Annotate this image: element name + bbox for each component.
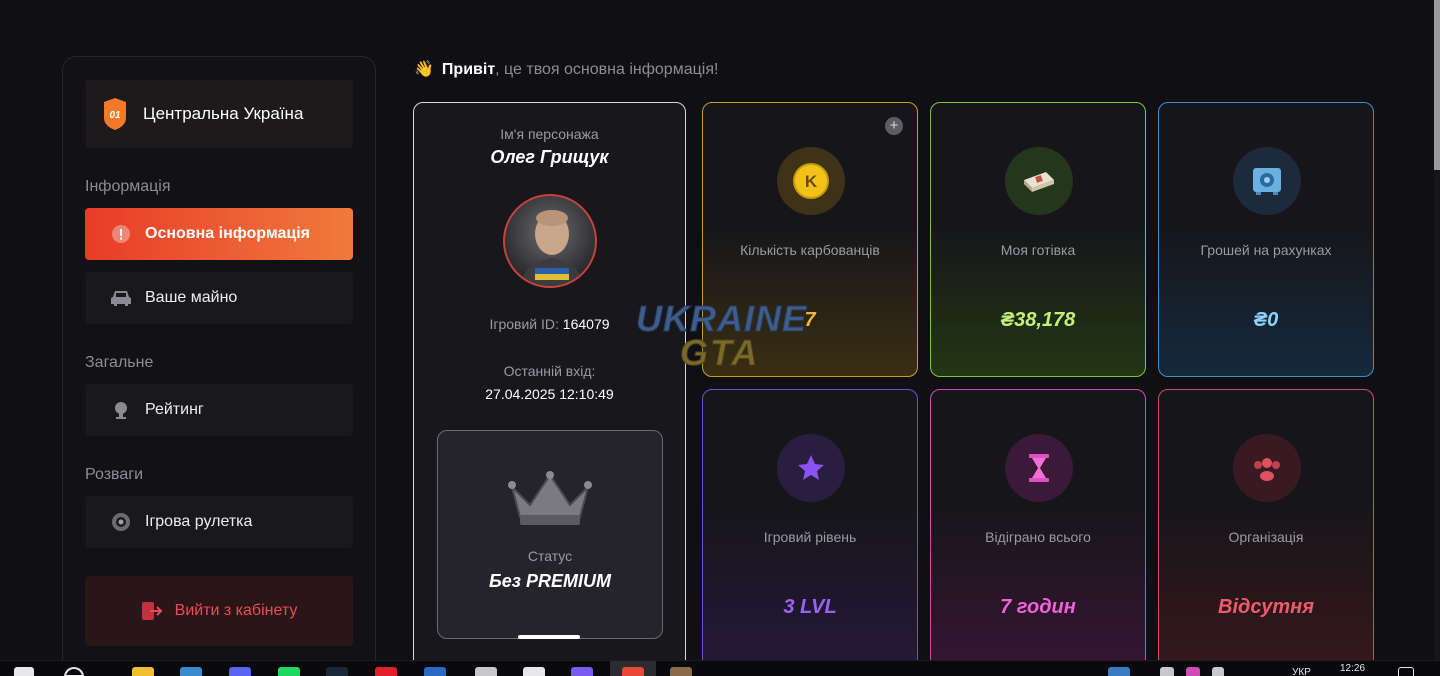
os-taskbar: УКР 12:26	[0, 660, 1440, 676]
greeting: 👋 Привіт, це твоя основна інформація!	[414, 59, 718, 79]
settings-gear-icon[interactable]	[475, 667, 497, 676]
last-login-label: Останній вхід:	[503, 363, 596, 379]
steam-icon[interactable]	[326, 667, 348, 676]
cash-value: ₴38,178	[1000, 309, 1076, 331]
roulette-icon	[110, 511, 132, 533]
bank-label: Грошей на рахунках	[1200, 242, 1332, 258]
game-id: Ігровий ID: 164079	[414, 316, 685, 332]
hourglass-icon	[1005, 434, 1073, 502]
organization-value: Відсутня	[1218, 596, 1314, 618]
add-karbovantsi-button[interactable]: +	[885, 117, 903, 135]
nav-rating-label: Рейтинг	[145, 401, 204, 418]
scrollbar-thumb[interactable]	[1434, 0, 1440, 170]
server-shield-icon: 01	[104, 98, 126, 130]
character-name: Олег Грищук	[490, 147, 609, 167]
section-label-fun: Розваги	[85, 466, 144, 483]
wifi-icon[interactable]	[523, 667, 545, 676]
alert-icon	[110, 223, 132, 245]
keyboard-language[interactable]: УКР	[1292, 667, 1311, 676]
car-icon	[110, 287, 132, 309]
level-label: Ігровий рівень	[763, 529, 857, 545]
status-value: Без PREMIUM	[489, 571, 611, 591]
played-label: Відіграно всього	[985, 529, 1091, 545]
discord-icon[interactable]	[229, 667, 251, 676]
game-id-label: Ігровий ID:	[489, 316, 559, 332]
stat-card-bank: Грошей на рахунках ₴0	[1158, 102, 1374, 377]
page-scrollbar[interactable]	[1434, 0, 1440, 660]
windows-start-icon[interactable]	[14, 667, 34, 676]
played-value: 7 годин	[1000, 596, 1076, 618]
nav-property[interactable]: Ваше майно	[85, 272, 353, 324]
last-login-value: 27.04.2025 12:10:49	[485, 386, 614, 402]
level-value: 3 LVL	[783, 596, 837, 618]
greeting-hello: Привіт	[441, 61, 496, 78]
svg-text:K: K	[805, 172, 818, 191]
clock-time[interactable]: 12:26	[1340, 663, 1365, 674]
nav-main-info-label: Основна інформація	[145, 225, 310, 242]
nav-roulette[interactable]: Ігрова рулетка	[85, 496, 353, 548]
spotify-icon[interactable]	[278, 667, 300, 676]
stat-card-karbovantsi: + K Кількість карбованців 7	[702, 102, 918, 377]
nav-main-info[interactable]: Основна інформація	[85, 208, 353, 260]
status-box: Статус Без PREMIUM	[437, 430, 663, 639]
app-icon[interactable]	[424, 667, 446, 676]
cash-label: Моя готівка	[1000, 242, 1076, 258]
status-label: Статус	[527, 548, 573, 564]
money-stack-icon	[1005, 147, 1073, 215]
coin-k-icon: K	[777, 147, 845, 215]
organization-label: Організація	[1228, 529, 1304, 545]
stat-card-organization: Організація Відсутня	[1158, 389, 1374, 676]
stat-card-level: Ігровий рівень 3 LVL	[702, 389, 918, 676]
volume-icon[interactable]	[1212, 667, 1224, 676]
section-label-general: Загальне	[85, 354, 154, 371]
tray-app-icon[interactable]	[1108, 667, 1130, 676]
server-badge-number: 01	[109, 110, 121, 121]
character-avatar	[503, 194, 597, 288]
safe-icon	[1233, 147, 1301, 215]
trophy-icon	[110, 399, 132, 421]
server-selector[interactable]: 01 Центральна Україна	[85, 80, 353, 148]
server-name: Центральна Україна	[143, 104, 304, 123]
exit-icon	[141, 600, 163, 622]
bank-value: ₴0	[1253, 309, 1279, 331]
wave-icon: 👋	[414, 61, 434, 78]
star-icon	[777, 434, 845, 502]
nav-property-label: Ваше майно	[145, 289, 238, 306]
notifications-icon[interactable]	[1398, 667, 1414, 676]
group-icon	[1233, 434, 1301, 502]
file-explorer-icon[interactable]	[132, 667, 154, 676]
nav-rating[interactable]: Рейтинг	[85, 384, 353, 436]
greeting-rest: , це твоя основна інформація!	[495, 61, 719, 78]
tray-app-icon-2[interactable]	[1160, 667, 1174, 676]
logout-button[interactable]: Вийти з кабінету	[85, 576, 353, 646]
karbovantsi-label: Кількість карбованців	[740, 242, 880, 258]
stat-card-cash: Моя готівка ₴38,178	[930, 102, 1146, 377]
logout-label: Вийти з кабінету	[174, 602, 298, 619]
youtube-icon[interactable]	[375, 667, 397, 676]
chrome-icon[interactable]	[622, 667, 644, 676]
stat-card-played: Відіграно всього 7 годин	[930, 389, 1146, 676]
sidebar: 01 Центральна Україна Інформація Основна…	[62, 56, 376, 676]
viber-icon[interactable]	[571, 667, 593, 676]
search-icon[interactable]	[64, 667, 84, 676]
crown-icon	[508, 471, 592, 525]
karbovantsi-value: 7	[804, 309, 816, 331]
status-indicator-bar	[518, 635, 580, 639]
store-icon[interactable]	[180, 667, 202, 676]
nav-roulette-label: Ігрова рулетка	[145, 513, 253, 530]
game-id-value: 164079	[562, 316, 610, 332]
character-card: Ім'я персонажа Олег Грищук Ігровий ID: 1…	[413, 102, 686, 676]
game-app-icon[interactable]	[670, 667, 692, 676]
section-label-info: Інформація	[85, 178, 171, 195]
character-name-label: Ім'я персонажа	[500, 126, 599, 142]
tray-app-icon-3[interactable]	[1186, 667, 1200, 676]
